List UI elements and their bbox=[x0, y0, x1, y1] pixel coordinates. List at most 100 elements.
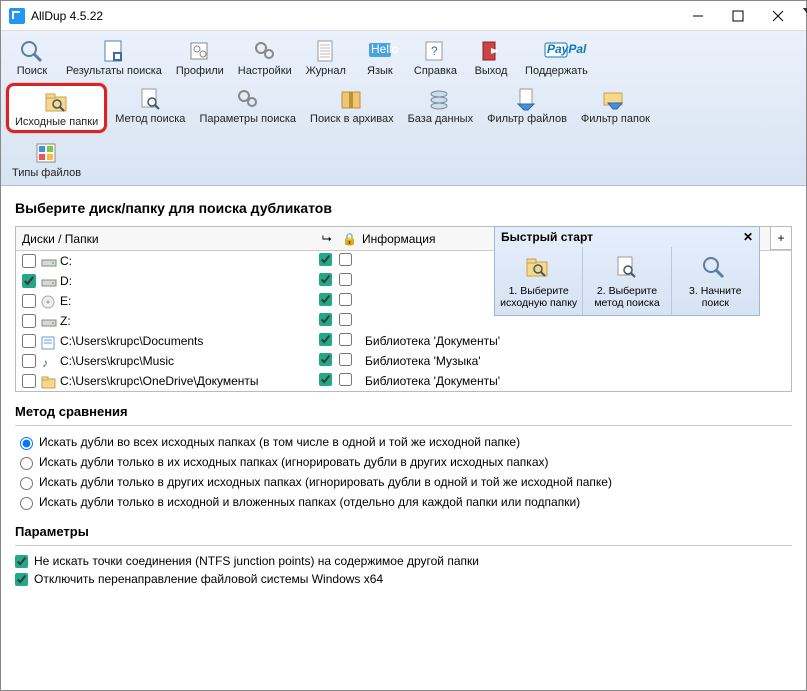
compare-radio[interactable] bbox=[20, 497, 33, 510]
doc-mag-icon bbox=[585, 251, 668, 285]
toolbar-language[interactable]: HelloЯзык bbox=[354, 35, 406, 79]
compare-heading: Метод сравнения bbox=[15, 404, 792, 419]
compare-radio[interactable] bbox=[20, 437, 33, 450]
param-option[interactable]: Отключить перенаправление файловой систе… bbox=[15, 570, 792, 588]
row-recurse-checkbox[interactable] bbox=[319, 333, 332, 346]
close-button[interactable] bbox=[758, 2, 798, 30]
toolbar-label: Исходные папки bbox=[15, 116, 98, 128]
quick-step[interactable]: 1. Выберитеисходную папку bbox=[495, 247, 583, 315]
row-lock-checkbox[interactable] bbox=[339, 293, 352, 306]
folder-row[interactable]: ♪C:\Users\krupc\MusicБиблиотека 'Музыка' bbox=[16, 351, 791, 371]
toolbar-profiles[interactable]: Профили bbox=[170, 35, 230, 79]
row-select-checkbox[interactable] bbox=[22, 274, 36, 288]
window-title: AllDup 4.5.22 bbox=[31, 9, 678, 23]
toolbar-exit[interactable]: Выход bbox=[465, 35, 517, 79]
compare-radio[interactable] bbox=[20, 477, 33, 490]
add-folder-button[interactable]: + bbox=[770, 226, 792, 250]
row-recurse-checkbox[interactable] bbox=[319, 293, 332, 306]
compare-label: Искать дубли во всех исходных папках (в … bbox=[39, 435, 520, 449]
toolbar-search-method[interactable]: Метод поиска bbox=[109, 83, 191, 133]
folder-row[interactable]: C:\Users\krupc\OneDrive\ДокументыБиблиот… bbox=[16, 371, 791, 391]
maximize-button[interactable] bbox=[718, 2, 758, 30]
toolbar-results[interactable]: Результаты поиска bbox=[60, 35, 168, 79]
row-recurse-checkbox[interactable] bbox=[319, 373, 332, 386]
toolbar-settings[interactable]: Настройки bbox=[232, 35, 298, 79]
toolbar-label: Поддержать bbox=[525, 65, 588, 77]
quick-start-close[interactable]: ✕ bbox=[743, 230, 753, 244]
toolbar-help[interactable]: ?Справка bbox=[408, 35, 463, 79]
compare-option[interactable]: Искать дубли только в других исходных па… bbox=[15, 472, 792, 492]
drive-icon bbox=[40, 314, 56, 328]
row-select-checkbox[interactable] bbox=[22, 254, 36, 268]
param-checkbox[interactable] bbox=[15, 573, 28, 586]
journal-icon bbox=[310, 37, 342, 65]
docfolder-icon bbox=[40, 334, 56, 348]
toolbar-search[interactable]: Поиск bbox=[6, 35, 58, 79]
archive-icon bbox=[336, 85, 368, 113]
row-lock-checkbox[interactable] bbox=[339, 273, 352, 286]
svg-text:♪: ♪ bbox=[42, 356, 48, 370]
quick-step[interactable]: 3. Начнитепоиск bbox=[672, 247, 759, 315]
row-select-checkbox[interactable] bbox=[22, 334, 36, 348]
toolbar-file-filter[interactable]: Фильтр файлов bbox=[481, 83, 573, 133]
compare-option[interactable]: Искать дубли только в исходной и вложенн… bbox=[15, 492, 792, 512]
toolbar-file-types[interactable]: Типы файлов bbox=[6, 137, 87, 181]
toolbar-source-folders[interactable]: Исходные папки bbox=[6, 83, 107, 133]
drive-icon bbox=[40, 254, 56, 268]
toolbar-label: Настройки bbox=[238, 65, 292, 77]
minimize-button[interactable] bbox=[678, 2, 718, 30]
toolbar-support[interactable]: PayPalПоддержать bbox=[519, 35, 594, 79]
toolbar-label: Журнал bbox=[306, 65, 346, 77]
folder-mag-icon bbox=[41, 88, 73, 116]
row-lock-checkbox[interactable] bbox=[339, 313, 352, 326]
param-checkbox[interactable] bbox=[15, 555, 28, 568]
row-lock-checkbox[interactable] bbox=[339, 253, 352, 266]
magnifier-icon bbox=[674, 251, 757, 285]
toolbar-label: Язык bbox=[367, 65, 393, 77]
folder-icon bbox=[40, 374, 56, 388]
row-select-checkbox[interactable] bbox=[22, 314, 36, 328]
toolbar-database[interactable]: База данных bbox=[402, 83, 480, 133]
toolbar-label: Поиск в архивах bbox=[310, 113, 394, 125]
params-heading: Параметры bbox=[15, 524, 792, 539]
toolbar-label: Профили bbox=[176, 65, 224, 77]
doc-mag-icon bbox=[134, 85, 166, 113]
drive-icon bbox=[40, 274, 56, 288]
toolbar-journal[interactable]: Журнал bbox=[300, 35, 352, 79]
row-recurse-checkbox[interactable] bbox=[319, 273, 332, 286]
toolbar-label: Выход bbox=[475, 65, 508, 77]
row-select-checkbox[interactable] bbox=[22, 294, 36, 308]
app-icon bbox=[9, 8, 25, 24]
folder-row[interactable]: C:\Users\krupc\DocumentsБиблиотека 'Доку… bbox=[16, 331, 791, 351]
chevron-down-icon bbox=[803, 8, 807, 13]
toolbar-label: База данных bbox=[408, 113, 474, 125]
row-select-checkbox[interactable] bbox=[22, 354, 36, 368]
row-lock-checkbox[interactable] bbox=[339, 333, 352, 346]
folder-mag-icon bbox=[497, 251, 580, 285]
toolbar-search-params[interactable]: Параметры поиска bbox=[193, 83, 302, 133]
compare-radio[interactable] bbox=[20, 457, 33, 470]
compare-label: Искать дубли только в их исходных папках… bbox=[39, 455, 549, 469]
quick-start-panel: Быстрый старт ✕ 1. Выберитеисходную папк… bbox=[494, 226, 760, 316]
row-recurse-checkbox[interactable] bbox=[319, 253, 332, 266]
compare-label: Искать дубли только в исходной и вложенн… bbox=[39, 495, 580, 509]
toolbar-archives[interactable]: Поиск в архивах bbox=[304, 83, 400, 133]
param-label: Отключить перенаправление файловой систе… bbox=[34, 572, 383, 586]
row-lock-checkbox[interactable] bbox=[339, 353, 352, 366]
col-lock-icon[interactable]: 🔒 bbox=[336, 228, 356, 250]
quick-step[interactable]: 2. Выберитеметод поиска bbox=[583, 247, 671, 315]
row-path: C:\Users\krupc\Music bbox=[60, 354, 315, 368]
hello-icon: Hello bbox=[364, 37, 396, 65]
col-disks[interactable]: Диски / Папки bbox=[16, 228, 316, 250]
row-recurse-checkbox[interactable] bbox=[319, 313, 332, 326]
compare-option[interactable]: Искать дубли только в их исходных папках… bbox=[15, 452, 792, 472]
row-select-checkbox[interactable] bbox=[22, 374, 36, 388]
toolbar-folder-filter[interactable]: Фильтр папок bbox=[575, 83, 656, 133]
col-recurse-icon[interactable]: ⮡ bbox=[316, 227, 336, 250]
profiles-icon bbox=[184, 37, 216, 65]
compare-option[interactable]: Искать дубли во всех исходных папках (в … bbox=[15, 432, 792, 452]
row-lock-checkbox[interactable] bbox=[339, 373, 352, 386]
disc-icon bbox=[40, 294, 56, 308]
param-option[interactable]: Не искать точки соединения (NTFS junctio… bbox=[15, 552, 792, 570]
row-recurse-checkbox[interactable] bbox=[319, 353, 332, 366]
